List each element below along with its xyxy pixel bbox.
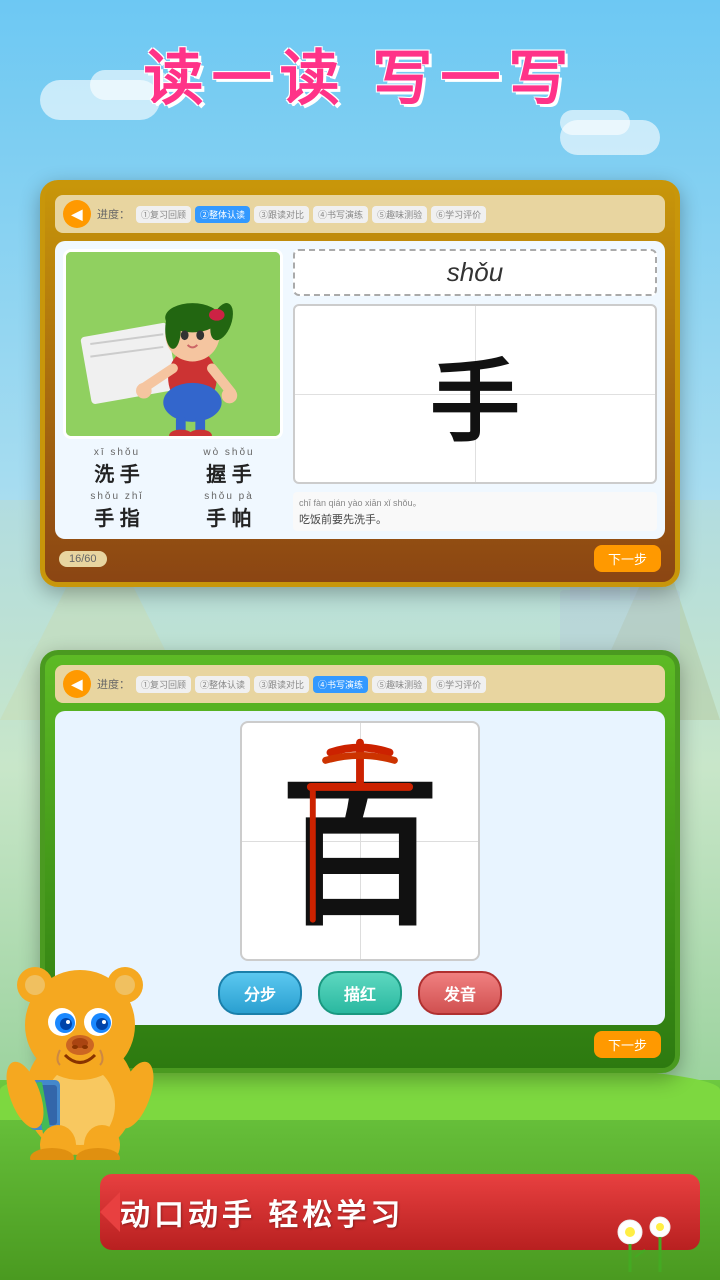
action-buttons: 分步 描红 发音 <box>218 971 502 1015</box>
card1-right-panel: shǒu 手 chī fàn qián yào xiān xǐ shǒu。 吃饭… <box>293 249 657 531</box>
character-illustration <box>63 249 283 439</box>
card1-back-button[interactable]: ◀ <box>63 200 91 228</box>
sentence-area: chī fàn qián yào xiān xǐ shǒu。 吃饭前要先洗手。 <box>293 492 657 531</box>
miaohong-button[interactable]: 描红 <box>318 971 402 1015</box>
sentence-pinyin: chī fàn qián yào xiān xǐ shǒu。 <box>299 496 651 509</box>
girl-illustration <box>66 249 280 439</box>
writing-canvas[interactable]: 百 <box>240 721 480 961</box>
vocab-item-1: xī shǒu 洗 手 <box>63 447 171 487</box>
card2-step-3[interactable]: ③跟读对比 <box>254 676 309 693</box>
sentence-text: 吃饭前要先洗手。 <box>299 514 387 526</box>
main-title: 读一读 写一写 <box>144 45 577 112</box>
card2-back-button[interactable]: ◀ <box>63 670 91 698</box>
fenbui-button[interactable]: 分步 <box>218 971 302 1015</box>
vocab-item-4: shǒu pà 手 帕 <box>175 491 283 531</box>
stroke-overlay <box>242 723 478 959</box>
card2-step-5[interactable]: ⑤趣味测验 <box>372 676 427 693</box>
card1-step-6[interactable]: ⑥学习评价 <box>431 206 486 223</box>
pinyin-display: shǒu <box>293 249 657 296</box>
card1-left-panel: xī shǒu 洗 手 wò shǒu 握 手 shǒu zhǐ 手 指 shǒ… <box>63 249 283 531</box>
card2-step-2[interactable]: ②整体认读 <box>195 676 250 693</box>
card2-progress-bar: ◀ 进度： ①复习回顾 ②整体认读 ③跟读对比 ④书写演练 ⑤趣味测验 ⑥学习评… <box>55 665 665 703</box>
card1-step-1[interactable]: ①复习回顾 <box>136 206 191 223</box>
title-section: 读一读 写一写 <box>0 30 720 117</box>
bear-character <box>0 940 170 1140</box>
card1-step-3[interactable]: ③跟读对比 <box>254 206 309 223</box>
card1-page-indicator: 16/60 <box>59 551 107 567</box>
card2-step-6[interactable]: ⑥学习评价 <box>431 676 486 693</box>
card1-footer: 16/60 下一步 <box>55 545 665 572</box>
flowers-svg <box>610 1212 690 1272</box>
card2-progress-label: 进度： <box>97 676 130 692</box>
card1-progress-bar: ◀ 进度： ①复习回顾 ②整体认读 ③跟读对比 ④书写演练 ⑤趣味测验 ⑥学习评… <box>55 195 665 233</box>
character-display: 手 <box>293 304 657 484</box>
card1-content: xī shǒu 洗 手 wò shǒu 握 手 shǒu zhǐ 手 指 shǒ… <box>55 241 665 539</box>
card1-step-4[interactable]: ④书写演练 <box>313 206 368 223</box>
card2-step-1[interactable]: ①复习回顾 <box>136 676 191 693</box>
card1-next-button[interactable]: 下一步 <box>594 545 661 572</box>
fayin-button[interactable]: 发音 <box>418 971 502 1015</box>
vocab-item-3: shǒu zhǐ 手 指 <box>63 491 171 531</box>
main-character: 手 <box>430 329 520 459</box>
card1-progress-label: 进度： <box>97 206 130 222</box>
flowers-decoration <box>610 1212 690 1280</box>
card1-container: ◀ 进度： ①复习回顾 ②整体认读 ③跟读对比 ④书写演练 ⑤趣味测验 ⑥学习评… <box>40 180 680 587</box>
card2-step-4[interactable]: ④书写演练 <box>313 676 368 693</box>
card1-step-2[interactable]: ②整体认读 <box>195 206 250 223</box>
card1-steps: ①复习回顾 ②整体认读 ③跟读对比 ④书写演练 ⑤趣味测验 ⑥学习评价 <box>136 206 657 223</box>
bear-svg <box>0 940 170 1160</box>
card2-next-button[interactable]: 下一步 <box>594 1031 661 1058</box>
card2-steps: ①复习回顾 ②整体认读 ③跟读对比 ④书写演练 ⑤趣味测验 ⑥学习评价 <box>136 676 657 693</box>
vocab-grid: xī shǒu 洗 手 wò shǒu 握 手 shǒu zhǐ 手 指 shǒ… <box>63 447 283 531</box>
vocab-item-2: wò shǒu 握 手 <box>175 447 283 487</box>
banner-text: 动口动手 轻松学习 <box>120 1190 404 1234</box>
card1-step-5[interactable]: ⑤趣味测验 <box>372 206 427 223</box>
